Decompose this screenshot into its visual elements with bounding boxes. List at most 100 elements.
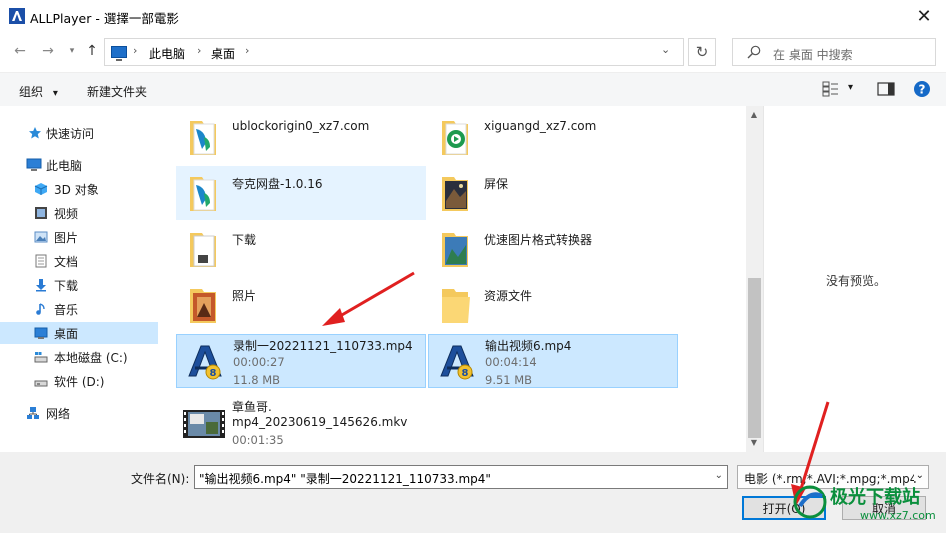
folder-image-icon: [442, 233, 468, 267]
close-window-button[interactable]: ✕: [912, 4, 936, 28]
sidebar-item-label: 图片: [54, 230, 79, 245]
filename-dropdown-icon[interactable]: ⌄: [715, 470, 723, 481]
filename-input[interactable]: "输出视频6.mp4" "录制一20221121_110733.mp4" ⌄: [194, 465, 728, 489]
breadcrumb-desktop[interactable]: 桌面: [211, 45, 235, 62]
breadcrumb-separator: ›: [245, 44, 250, 57]
file-name: ublockorigin0_xz7.com: [232, 119, 370, 133]
sidebar-item-videos[interactable]: 视频: [0, 202, 158, 224]
allplayer-video-icon: 8: [188, 345, 222, 380]
file-name: 夸克网盘-1.0.16: [232, 177, 323, 191]
title-bar: ALLPlayer - 選擇一部電影 ✕: [0, 0, 946, 32]
filename-label: 文件名(N):: [131, 472, 190, 486]
computer-icon: [111, 46, 127, 61]
folder-doc-icon: [190, 233, 216, 267]
new-folder-button[interactable]: 新建文件夹: [87, 83, 147, 100]
refresh-button[interactable]: ↻: [688, 38, 716, 66]
sidebar-item-documents[interactable]: 文档: [0, 250, 158, 272]
sidebar-item-label: 软件 (D:): [54, 374, 105, 389]
svg-text:8: 8: [462, 368, 469, 379]
file-item[interactable]: 下载: [176, 222, 426, 276]
drive-icon: [34, 380, 48, 387]
navigation-pane: 快速访问 此电脑 3D 对象 视频 图片 文档 下载 音乐 桌面 本地磁盘 (C…: [0, 106, 158, 452]
svg-text:8: 8: [210, 368, 217, 379]
change-view-icon[interactable]: [822, 81, 840, 97]
sidebar-item-label: 3D 对象: [54, 182, 99, 197]
file-item-selected[interactable]: 8 输出视频6.mp4 00:04:14 9.51 MB: [428, 334, 678, 388]
desktop-icon: [34, 327, 48, 339]
file-type-dropdown-icon[interactable]: ⌄: [913, 470, 924, 481]
view-options-caret-icon[interactable]: ▾: [848, 82, 853, 93]
file-name: 章鱼哥.: [232, 400, 272, 414]
file-name: 输出视频6.mp4: [485, 339, 572, 353]
sidebar-item-desktop[interactable]: 桌面: [0, 322, 158, 344]
sidebar-item-label: 本地磁盘 (C:): [54, 350, 128, 365]
watermark-logo-icon: [793, 485, 827, 519]
scrollbar-thumb[interactable]: [748, 278, 761, 438]
organize-caret-icon: ▾: [52, 88, 58, 99]
search-box[interactable]: 在 桌面 中搜索: [732, 38, 936, 66]
help-icon[interactable]: ?: [913, 80, 931, 98]
folder-app-icon: [190, 177, 216, 211]
address-bar[interactable]: › 此电脑 › 桌面 › ⌄: [104, 38, 684, 66]
file-item[interactable]: ublockorigin0_xz7.com: [176, 110, 426, 164]
file-item[interactable]: 夸克网盘-1.0.16: [176, 166, 426, 220]
sidebar-item-network[interactable]: 网络: [0, 402, 158, 424]
file-size: 11.8 MB: [233, 373, 281, 387]
window-title: ALLPlayer - 選擇一部電影: [30, 11, 179, 26]
organize-menu-button[interactable]: 组织 ▾: [19, 83, 58, 100]
recent-locations-chevron-icon[interactable]: ▾: [62, 41, 82, 61]
file-name: 屏保: [484, 177, 509, 191]
organize-label: 组织: [19, 85, 44, 99]
music-icon: [36, 303, 45, 315]
sidebar-item-drive-d[interactable]: 软件 (D:): [0, 370, 158, 392]
folder-icon: [442, 289, 470, 323]
watermark: 极光下载站 www.xz7.com: [790, 482, 940, 530]
preview-pane: 没有预览。: [763, 106, 946, 452]
file-item-selected[interactable]: 8 录制一20221121_110733.mp4 00:00:27 11.8 M…: [176, 334, 426, 388]
file-item[interactable]: 资源文件: [428, 278, 678, 332]
allplayer-video-icon: 8: [440, 345, 474, 380]
sidebar-item-quick-access[interactable]: 快速访问: [0, 122, 158, 144]
sidebar-item-music[interactable]: 音乐: [0, 298, 158, 320]
file-list-scrollbar[interactable]: ▲ ▼: [746, 106, 763, 452]
allplayer-app-icon: [9, 8, 25, 24]
up-button[interactable]: ↑: [82, 41, 102, 61]
star-icon: [29, 127, 41, 139]
file-name: 资源文件: [484, 289, 533, 303]
address-history-dropdown-icon[interactable]: ⌄: [661, 43, 670, 56]
sidebar-item-3d-objects[interactable]: 3D 对象: [0, 178, 158, 200]
address-row: ← → ▾ ↑ › 此电脑 › 桌面 › ⌄ ↻ 在 桌面 中搜索: [0, 34, 946, 70]
file-item[interactable]: 章鱼哥. mp4_20230619_145626.mkv 00:01:35: [176, 398, 426, 452]
sidebar-item-label: 音乐: [54, 302, 79, 317]
sidebar-item-this-pc[interactable]: 此电脑: [0, 154, 158, 176]
scroll-up-arrow-icon[interactable]: ▲: [749, 110, 759, 120]
file-name-line2: mp4_20230619_145626.mkv: [232, 415, 408, 429]
preview-pane-toggle-icon[interactable]: [877, 81, 895, 97]
watermark-text: 极光下载站: [830, 487, 920, 508]
picture-icon: [34, 231, 48, 243]
scroll-down-arrow-icon[interactable]: ▼: [749, 438, 759, 448]
sidebar-item-downloads[interactable]: 下载: [0, 274, 158, 296]
file-item[interactable]: 屏保: [428, 166, 678, 220]
search-icon: [747, 45, 761, 59]
file-name: 录制一20221121_110733.mp4: [233, 339, 413, 353]
sidebar-item-label: 网络: [46, 406, 71, 421]
no-preview-text: 没有预览。: [826, 274, 887, 288]
sidebar-item-drive-c[interactable]: 本地磁盘 (C:): [0, 346, 158, 368]
breadcrumb-this-pc[interactable]: 此电脑: [149, 45, 185, 62]
sidebar-item-label: 此电脑: [46, 158, 83, 173]
file-item[interactable]: xiguangd_xz7.com: [428, 110, 678, 164]
forward-button[interactable]: →: [38, 41, 58, 61]
cube-icon: [34, 183, 48, 195]
search-placeholder: 在 桌面 中搜索: [773, 48, 853, 62]
video-icon: [35, 207, 47, 219]
sidebar-item-label: 文档: [54, 254, 79, 269]
computer-icon: [26, 158, 42, 171]
video-thumbnail-icon: [183, 410, 225, 438]
breadcrumb-separator: ›: [197, 44, 202, 57]
file-item[interactable]: 照片: [176, 278, 426, 332]
back-button[interactable]: ←: [10, 41, 30, 61]
sidebar-item-pictures[interactable]: 图片: [0, 226, 158, 248]
network-icon: [27, 407, 39, 419]
file-item[interactable]: 优速图片格式转换器: [428, 222, 678, 276]
